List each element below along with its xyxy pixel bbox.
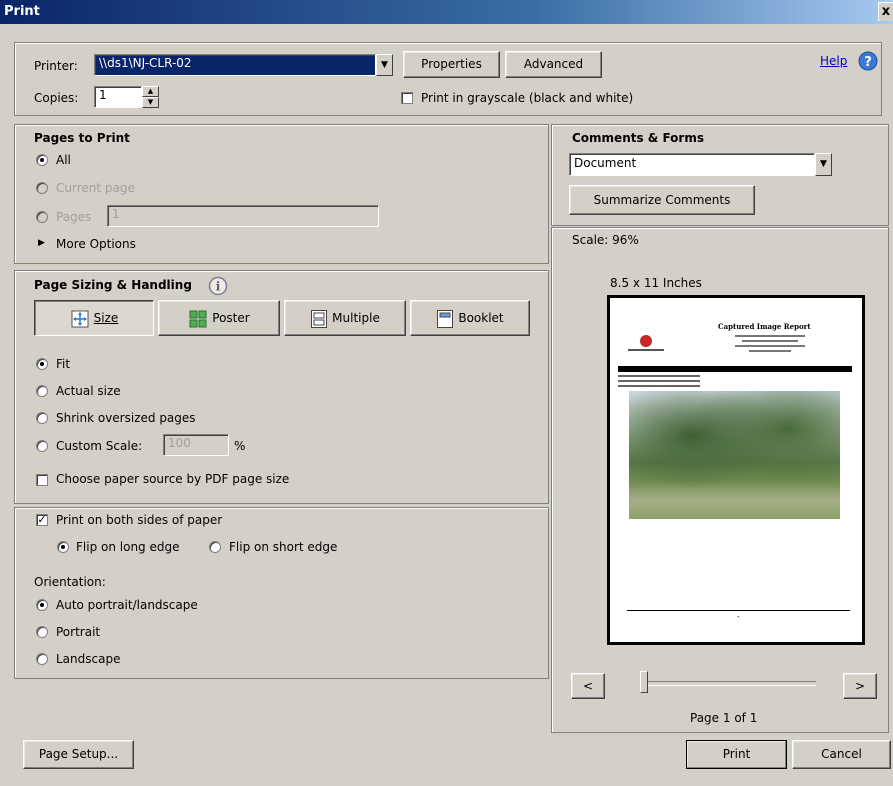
copies-label: Copies: (34, 91, 79, 105)
print-button[interactable]: Print (686, 740, 787, 769)
svg-text:?: ? (864, 55, 872, 70)
pages-to-print-title: Pages to Print (34, 131, 130, 145)
help-link[interactable]: Help (820, 54, 847, 68)
booklet-tab-button[interactable]: Booklet (410, 300, 530, 336)
booklet-icon (437, 309, 454, 328)
orientation-label: Orientation: (34, 575, 106, 589)
report-header-bar (618, 366, 852, 372)
advanced-button[interactable]: Advanced (505, 51, 602, 78)
actual-size-radio[interactable] (36, 385, 48, 397)
copies-spin-up[interactable]: ▲ (142, 86, 159, 97)
poster-icon (189, 310, 207, 327)
portrait-radio[interactable] (36, 626, 48, 638)
window-title: Print (4, 4, 40, 19)
pages-label: Pages (56, 210, 92, 224)
cancel-button[interactable]: Cancel (792, 740, 891, 769)
long-edge-label: Flip on long edge (76, 540, 180, 554)
auto-orientation-radio[interactable] (36, 599, 48, 611)
printer-select[interactable]: \\ds1\NJ-CLR-02 (94, 54, 376, 76)
paper-source-label: Choose paper source by PDF page size (56, 472, 290, 486)
report-details (618, 375, 852, 387)
multiple-icon (311, 309, 328, 328)
paper-source-checkbox[interactable] (36, 474, 48, 486)
grayscale-label: Print in grayscale (black and white) (421, 91, 634, 105)
current-page-label: Current page (56, 181, 135, 195)
custom-scale-input[interactable]: 100 (163, 434, 229, 456)
short-edge-radio[interactable] (209, 541, 221, 553)
properties-button[interactable]: Properties (403, 51, 500, 78)
preview-page: Captured Image Report - (607, 295, 865, 645)
page-slider-thumb[interactable] (640, 671, 648, 693)
report-page-number: - (737, 613, 740, 621)
page-sizing-title: Page Sizing & Handling (34, 278, 192, 292)
fit-radio[interactable] (36, 358, 48, 370)
report-footer-line (627, 610, 850, 611)
shrink-label: Shrink oversized pages (56, 411, 196, 425)
prev-page-button[interactable]: < (571, 673, 605, 699)
printer-value: \\ds1\NJ-CLR-02 (99, 56, 192, 70)
paper-size-label: 8.5 x 11 Inches (610, 276, 702, 290)
percent-label: % (234, 439, 246, 453)
multiple-tab-button[interactable]: Multiple (284, 300, 406, 336)
page-slider-track[interactable] (648, 681, 816, 686)
close-button[interactable]: x (878, 2, 893, 21)
page-setup-button[interactable]: Page Setup... (23, 740, 134, 769)
title-bar: Print x (0, 0, 893, 24)
next-page-button[interactable]: > (843, 673, 877, 699)
printer-label: Printer: (34, 59, 78, 73)
all-label: All (56, 153, 71, 167)
pages-range-input[interactable]: 1 (107, 205, 379, 227)
report-logo (628, 335, 664, 351)
scale-label: Scale: 96% (572, 233, 639, 247)
both-sides-label: Print on both sides of paper (56, 513, 223, 527)
page-indicator: Page 1 of 1 (690, 711, 758, 725)
all-radio[interactable] (36, 154, 48, 166)
copies-input[interactable]: 1 (94, 86, 142, 108)
svg-text:i: i (216, 280, 221, 294)
chevron-down-icon: ▼ (381, 60, 388, 70)
actual-size-label: Actual size (56, 384, 121, 398)
comments-title: Comments & Forms (572, 131, 704, 145)
pages-radio[interactable] (36, 211, 48, 223)
size-icon (71, 310, 89, 327)
report-title: Captured Image Report (718, 322, 811, 331)
chevron-down-icon: ▼ (820, 159, 827, 169)
custom-scale-label: Custom Scale: (56, 439, 143, 453)
more-options-toggle[interactable]: More Options (56, 237, 136, 251)
comments-dropdown-button[interactable]: ▼ (815, 153, 832, 176)
auto-orientation-label: Auto portrait/landscape (56, 598, 198, 612)
report-photo (629, 391, 840, 519)
landscape-label: Landscape (56, 652, 121, 666)
poster-tab-button[interactable]: Poster (158, 300, 280, 336)
shrink-radio[interactable] (36, 412, 48, 424)
copies-spin-down[interactable]: ▼ (142, 97, 159, 108)
current-page-radio[interactable] (36, 182, 48, 194)
fit-label: Fit (56, 357, 71, 371)
size-tab-button[interactable]: Size (34, 300, 154, 336)
comments-select[interactable]: Document (569, 153, 815, 176)
custom-scale-radio[interactable] (36, 440, 48, 452)
both-sides-checkbox[interactable]: ✓ (36, 514, 48, 526)
help-icon[interactable]: ? (858, 51, 878, 71)
printer-dropdown-button[interactable]: ▼ (376, 54, 393, 76)
long-edge-radio[interactable] (57, 541, 69, 553)
more-options-arrow-icon[interactable]: ▶ (38, 238, 45, 248)
short-edge-label: Flip on short edge (229, 540, 338, 554)
info-icon[interactable]: i (208, 276, 228, 296)
summarize-comments-button[interactable]: Summarize Comments (569, 185, 755, 215)
landscape-radio[interactable] (36, 653, 48, 665)
portrait-label: Portrait (56, 625, 101, 639)
report-address-lines (735, 335, 805, 352)
grayscale-checkbox[interactable] (401, 92, 413, 104)
